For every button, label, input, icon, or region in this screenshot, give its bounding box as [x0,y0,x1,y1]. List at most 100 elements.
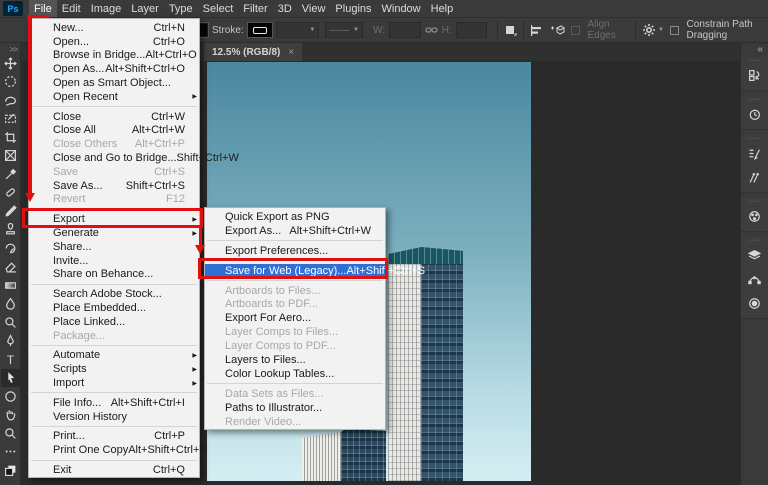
menubar-item-view[interactable]: View [297,0,331,17]
path-alignment-icon[interactable] [530,21,543,39]
file-menu-item-version-history[interactable]: Version History [29,410,199,424]
file-menu-item-new[interactable]: New...Ctrl+N [29,21,199,35]
menubar-item-plugins[interactable]: Plugins [330,0,376,17]
panel-icon-groups: •••••••••••••••••••• [741,57,768,324]
layers-panel-icon[interactable] [743,243,767,267]
file-menu-item-close-and-go-to-bridge[interactable]: Close and Go to Bridge...Shift+Ctrl+W [29,151,199,165]
export-submenu-item-layers-to-files[interactable]: Layers to Files... [205,353,385,367]
pen-tool-icon[interactable] [1,332,20,351]
panel-collapse-icon[interactable]: « [757,43,768,57]
link-dimensions-icon[interactable] [425,21,438,39]
eyedropper-tool-icon[interactable] [1,165,20,184]
menubar-item-help[interactable]: Help [426,0,459,17]
shape-width-input[interactable] [389,22,421,38]
file-menu-item-invite[interactable]: Invite... [29,254,199,268]
path-selection-tool-icon[interactable] [1,369,20,388]
menu-item-label: Close and Go to Bridge... [53,152,177,164]
stroke-color-swatch[interactable] [248,23,272,37]
toolbar-collapse-icon[interactable]: >> [10,43,20,54]
file-menu-item-open-recent[interactable]: Open Recent▶ [29,90,199,104]
tab-close-icon[interactable]: × [288,47,294,58]
brush-tool-icon[interactable] [1,202,20,221]
stroke-type-select[interactable]: ——▼ [325,22,363,38]
blur-tool-icon[interactable] [1,295,20,314]
menu-item-label: Browse in Bridge... [53,49,145,61]
healing-tool-icon[interactable] [1,184,20,203]
zoom-tool-icon[interactable] [1,424,20,443]
menu-item-label: Save As... [53,180,126,192]
file-menu-item-place-embedded[interactable]: Place Embedded... [29,301,199,315]
gradient-tool-icon[interactable] [1,276,20,295]
path-operations-icon[interactable] [504,21,517,39]
menubar-item-filter[interactable]: Filter [238,0,272,17]
paths-panel-icon[interactable] [743,267,767,291]
align-edges-checkbox[interactable] [571,26,580,35]
export-submenu-item-export-preferences[interactable]: Export Preferences... [205,244,385,258]
file-menu-item-import[interactable]: Import▶ [29,376,199,390]
menu-separator [31,426,197,427]
file-menu-item-share-on-behance[interactable]: Share on Behance... [29,268,199,282]
versions-panel-icon[interactable] [743,63,767,87]
export-submenu-item-paths-to-illustrator[interactable]: Paths to Illustrator... [205,401,385,415]
menu-separator [31,392,197,393]
brushes-panel-icon[interactable] [743,165,767,189]
eraser-tool-icon[interactable] [1,258,20,277]
export-submenu-item-color-lookup-tables[interactable]: Color Lookup Tables... [205,367,385,381]
file-menu-item-print[interactable]: Print...Ctrl+P [29,430,199,444]
export-submenu-item-export-as[interactable]: Export As...Alt+Shift+Ctrl+W [205,224,385,238]
menubar-item-3d[interactable]: 3D [273,0,297,17]
menubar-item-window[interactable]: Window [377,0,426,17]
file-menu-item-generate[interactable]: Generate▶ [29,226,199,240]
file-menu-item-close-all[interactable]: Close AllAlt+Ctrl+W [29,124,199,138]
shape-tool-icon[interactable] [1,387,20,406]
file-menu-item-save-as[interactable]: Save As...Shift+Ctrl+S [29,179,199,193]
hand-tool-icon[interactable] [1,406,20,425]
swatches-panel-icon[interactable] [743,204,767,228]
document-tab[interactable]: 12.5% (RGB/8) × [204,43,302,61]
export-submenu-item-export-for-aero[interactable]: Export For Aero... [205,311,385,325]
menu-item-label: Share on Behance... [53,268,185,280]
object-selection-tool-icon[interactable] [1,110,20,129]
panel-group: •••• [741,96,768,130]
file-menu-item-close[interactable]: CloseCtrl+W [29,110,199,124]
move-tool-icon[interactable] [1,54,20,73]
lasso-tool-icon[interactable] [1,91,20,110]
file-menu-item-scripts[interactable]: Scripts▶ [29,362,199,376]
history-panel-icon[interactable] [743,102,767,126]
file-menu-item-share[interactable]: Share... [29,240,199,254]
constrain-path-dragging-checkbox[interactable] [670,26,679,35]
gear-icon[interactable] [642,21,656,39]
file-menu-item-open[interactable]: Open...Ctrl+O [29,35,199,49]
file-menu-item-place-linked[interactable]: Place Linked... [29,315,199,329]
path-arrangement-icon[interactable] [550,21,565,39]
file-menu-item-print-one-copy[interactable]: Print One CopyAlt+Shift+Ctrl+P [29,443,199,457]
menubar-item-edit[interactable]: Edit [57,0,86,17]
history-brush-tool-icon[interactable] [1,239,20,258]
brush-settings-panel-icon[interactable] [743,141,767,165]
export-submenu-item-quick-export-as-png[interactable]: Quick Export as PNG [205,210,385,224]
file-menu-item-exit[interactable]: ExitCtrl+Q [29,463,199,477]
file-menu-item-search-adobe-stock[interactable]: Search Adobe Stock... [29,287,199,301]
file-menu-item-open-as[interactable]: Open As...Alt+Shift+Ctrl+O [29,62,199,76]
clone-stamp-tool-icon[interactable] [1,221,20,240]
frame-tool-icon[interactable] [1,147,20,166]
ellipsis-tool-icon[interactable] [1,443,20,462]
dodge-tool-icon[interactable] [1,313,20,332]
type-tool-icon[interactable]: T [1,350,20,369]
stroke-width-select[interactable]: ▼ [276,22,319,38]
file-menu-item-open-as-smart-object[interactable]: Open as Smart Object... [29,76,199,90]
channels-panel-icon[interactable] [743,291,767,315]
crop-tool-icon[interactable] [1,128,20,147]
submenu-arrow-icon: ▶ [188,352,197,359]
file-menu-item-automate[interactable]: Automate▶ [29,349,199,363]
file-menu-item-browse-in-bridge[interactable]: Browse in Bridge...Alt+Ctrl+O [29,49,199,63]
color-swatches-tool-icon[interactable] [1,461,20,480]
menubar-item-select[interactable]: Select [198,0,239,17]
marquee-tool-icon[interactable] [1,73,20,92]
shape-height-input[interactable] [456,22,488,38]
file-menu-item-file-info[interactable]: File Info...Alt+Shift+Ctrl+I [29,396,199,410]
menubar-item-image[interactable]: Image [86,0,127,17]
menubar-item-layer[interactable]: Layer [126,0,164,17]
menu-item-label: Automate [53,349,185,361]
menubar-item-type[interactable]: Type [164,0,198,17]
